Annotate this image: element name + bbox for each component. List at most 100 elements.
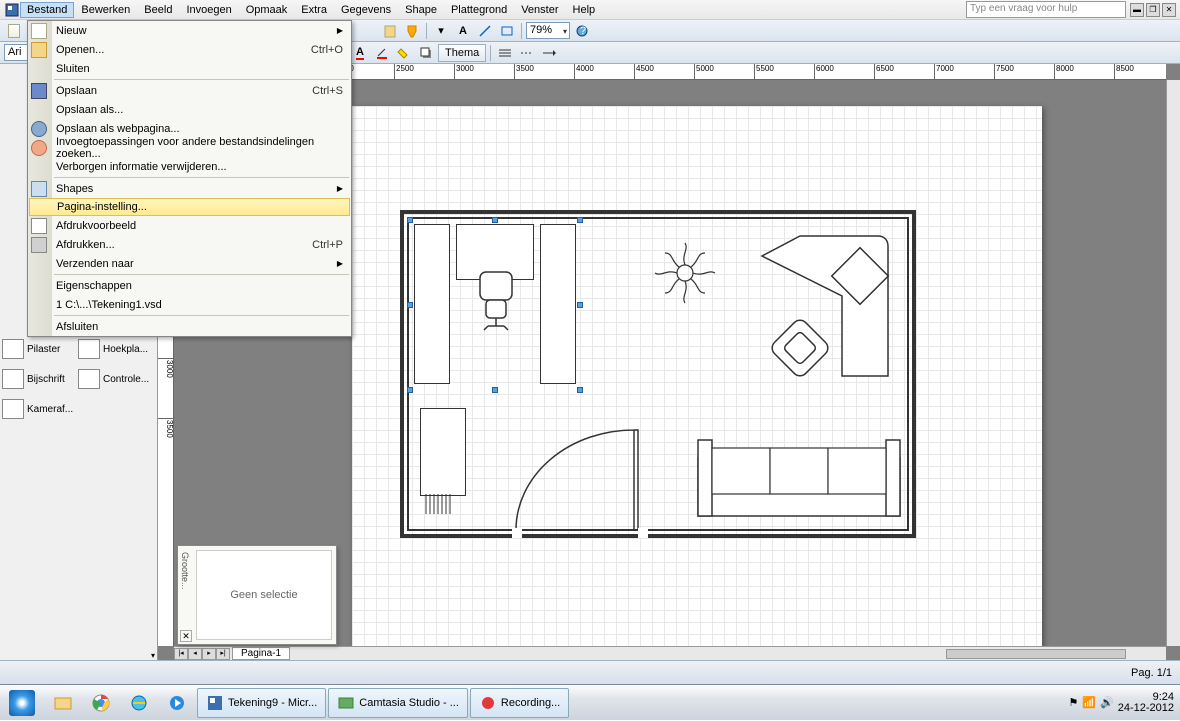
menu-item-pagina-instelling[interactable]: Pagina-instelling... bbox=[29, 198, 350, 216]
tall-cabinet[interactable] bbox=[420, 408, 466, 496]
bestand-dropdown: Nieuw▶Openen...Ctrl+OSluiten OpslaanCtrl+… bbox=[27, 20, 352, 337]
app-icon bbox=[4, 2, 20, 18]
start-button[interactable] bbox=[0, 685, 44, 721]
menu-extra[interactable]: Extra bbox=[294, 2, 334, 18]
size-position-window[interactable]: Grootte... Geen selectie ✕ bbox=[177, 545, 337, 645]
taskbar-camtasia[interactable]: Camtasia Studio - ... bbox=[328, 688, 468, 718]
shape-hoekpla[interactable]: Hoekpla... bbox=[78, 337, 150, 361]
minimize-button[interactable]: ▬ bbox=[1130, 3, 1144, 17]
menu-invoegen[interactable]: Invoegen bbox=[179, 2, 238, 18]
menu-item-invoegtoepassingen-voor-andere-bestandsindelingen-zoeken[interactable]: Invoegtoepassingen voor andere bestandsi… bbox=[28, 138, 351, 157]
size-window-close-icon[interactable]: ✕ bbox=[180, 630, 192, 642]
menu-item-nieuw[interactable]: Nieuw▶ bbox=[28, 21, 351, 40]
print-icon bbox=[31, 237, 47, 253]
panel-collapse-icon[interactable]: ▾ bbox=[151, 651, 155, 660]
system-tray[interactable]: ⚑ 📶 🔊 9:24 24-12-2012 bbox=[1068, 685, 1180, 721]
size-window-content: Geen selectie bbox=[196, 550, 332, 640]
corner-desk[interactable] bbox=[740, 228, 898, 398]
zoom-help-button[interactable]: ? bbox=[572, 22, 592, 40]
menu-item-shapes[interactable]: Shapes▶ bbox=[28, 179, 351, 198]
shape-kameraf[interactable]: Kameraf... bbox=[2, 397, 74, 421]
menu-opmaak[interactable]: Opmaak bbox=[239, 2, 295, 18]
preview-icon bbox=[31, 218, 47, 234]
save-icon bbox=[31, 83, 47, 99]
tray-network-icon[interactable]: 📶 bbox=[1082, 696, 1096, 709]
menu-help[interactable]: Help bbox=[566, 2, 603, 18]
menu-venster[interactable]: Venster bbox=[514, 2, 565, 18]
line-ends-button[interactable] bbox=[539, 44, 559, 62]
radiator[interactable] bbox=[424, 494, 454, 516]
menu-item-sluiten[interactable]: Sluiten bbox=[28, 59, 351, 78]
submenu-arrow-icon: ▶ bbox=[337, 184, 343, 193]
taskbar-visio[interactable]: Tekening9 - Micr... bbox=[197, 688, 326, 718]
page bbox=[352, 106, 1042, 646]
scrollbar-horizontal[interactable]: |◂ ◂ ▸ ▸| Pagina-1 bbox=[174, 646, 1166, 660]
menu-item-1-c-tekening1-vsd[interactable]: 1 C:\...\Tekening1.vsd bbox=[28, 295, 351, 314]
web-icon bbox=[31, 121, 47, 137]
taskbar-chrome[interactable] bbox=[83, 688, 119, 718]
menu-item-afdrukvoorbeeld[interactable]: Afdrukvoorbeeld bbox=[28, 216, 351, 235]
status-page: Pag. 1/1 bbox=[1131, 667, 1172, 679]
font-color-button[interactable]: A bbox=[350, 44, 370, 62]
open-icon bbox=[31, 42, 47, 58]
tray-volume-icon[interactable]: 🔊 bbox=[1100, 696, 1114, 709]
submenu-arrow-icon: ▶ bbox=[337, 259, 343, 268]
line-color-button[interactable] bbox=[372, 44, 392, 62]
menu-item-opslaan[interactable]: OpslaanCtrl+S bbox=[28, 81, 351, 100]
close-button[interactable]: ✕ bbox=[1162, 3, 1176, 17]
taskbar: Tekening9 - Micr... Camtasia Studio - ..… bbox=[0, 684, 1180, 720]
size-window-title: Grootte... bbox=[180, 552, 190, 590]
plant[interactable] bbox=[650, 238, 720, 308]
zoom-combo[interactable]: 79% bbox=[526, 22, 570, 39]
paste-button[interactable] bbox=[380, 22, 400, 40]
menu-plattegrond[interactable]: Plattegrond bbox=[444, 2, 514, 18]
prev-page-button[interactable]: ◂ bbox=[188, 648, 202, 660]
menu-item-afsluiten[interactable]: Afsluiten bbox=[28, 317, 351, 336]
menu-gegevens[interactable]: Gegevens bbox=[334, 2, 398, 18]
menu-bewerken[interactable]: Bewerken bbox=[74, 2, 137, 18]
menu-beeld[interactable]: Beeld bbox=[137, 2, 179, 18]
taskbar-explorer[interactable] bbox=[45, 688, 81, 718]
help-search-input[interactable]: Typ een vraag voor hulp bbox=[966, 1, 1126, 18]
pointer-tool-button[interactable]: ▾ bbox=[431, 22, 451, 40]
sofa[interactable] bbox=[696, 438, 902, 520]
scrollbar-vertical[interactable] bbox=[1166, 80, 1180, 646]
shape-bijschrift[interactable]: Bijschrift bbox=[2, 367, 74, 391]
hscroll-thumb[interactable] bbox=[946, 649, 1126, 659]
taskbar-wmp[interactable] bbox=[159, 688, 195, 718]
menu-item-eigenschappen[interactable]: Eigenschappen bbox=[28, 276, 351, 295]
next-page-button[interactable]: ▸ bbox=[202, 648, 216, 660]
connector-tool-button[interactable] bbox=[475, 22, 495, 40]
menu-shape[interactable]: Shape bbox=[398, 2, 444, 18]
new-button[interactable] bbox=[4, 22, 24, 40]
first-page-button[interactable]: |◂ bbox=[174, 648, 188, 660]
text-tool-button[interactable]: A bbox=[453, 22, 473, 40]
shapes-icon bbox=[31, 181, 47, 197]
page-tab[interactable]: Pagina-1 bbox=[232, 647, 290, 660]
restore-button[interactable]: ❐ bbox=[1146, 3, 1160, 17]
statusbar: Pag. 1/1 bbox=[0, 660, 1180, 684]
menu-item-verzenden-naar[interactable]: Verzenden naar▶ bbox=[28, 254, 351, 273]
shape-pilaster[interactable]: Pilaster bbox=[2, 337, 74, 361]
format-painter-button[interactable] bbox=[402, 22, 422, 40]
tray-clock[interactable]: 9:24 24-12-2012 bbox=[1118, 692, 1174, 714]
shape-controle[interactable]: Controle... bbox=[78, 367, 150, 391]
taskbar-recording[interactable]: Recording... bbox=[470, 688, 569, 718]
rectangle-tool-button[interactable] bbox=[497, 22, 517, 40]
last-page-button[interactable]: ▸| bbox=[216, 648, 230, 660]
door[interactable] bbox=[512, 426, 642, 534]
line-weight-button[interactable] bbox=[495, 44, 515, 62]
menu-item-opslaan-als[interactable]: Opslaan als... bbox=[28, 100, 351, 119]
menubar: Bestand Bewerken Beeld Invoegen Opmaak E… bbox=[0, 0, 1180, 20]
menu-bestand[interactable]: Bestand bbox=[20, 2, 74, 18]
fill-color-button[interactable] bbox=[394, 44, 414, 62]
line-pattern-button[interactable] bbox=[517, 44, 537, 62]
shadow-button[interactable] bbox=[416, 44, 436, 62]
addin-icon bbox=[31, 140, 47, 156]
taskbar-ie[interactable] bbox=[121, 688, 157, 718]
menu-item-verborgen-informatie-verwijderen[interactable]: Verborgen informatie verwijderen... bbox=[28, 157, 351, 176]
menu-item-afdrukken[interactable]: Afdrukken...Ctrl+P bbox=[28, 235, 351, 254]
menu-item-openen[interactable]: Openen...Ctrl+O bbox=[28, 40, 351, 59]
theme-button[interactable]: Thema bbox=[438, 44, 486, 62]
tray-flag-icon[interactable]: ⚑ bbox=[1068, 696, 1078, 709]
